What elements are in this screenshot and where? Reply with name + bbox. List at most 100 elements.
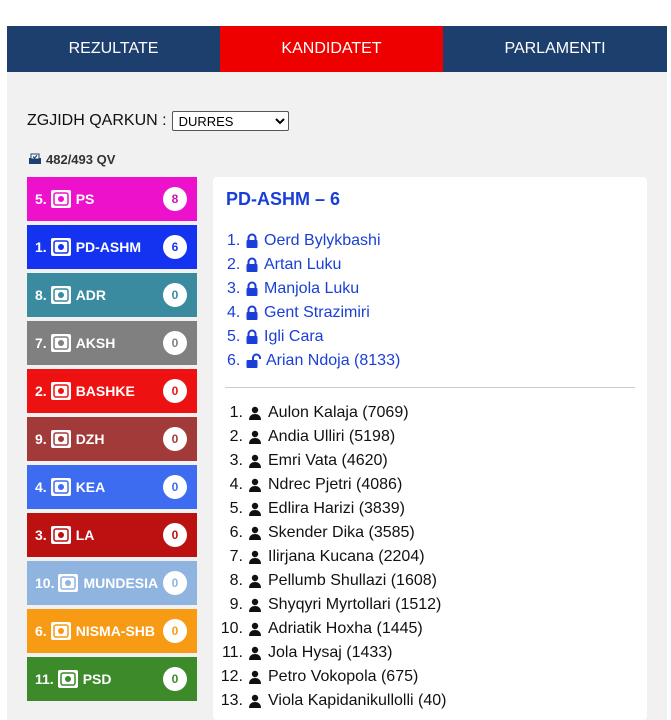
party-logo-icon <box>50 526 71 544</box>
party-item-pd-ashm[interactable]: 1. PD-ASHM 6 <box>27 225 197 269</box>
seat-count-badge: 0 <box>163 667 187 691</box>
elected-candidate[interactable]: 1. Oerd Bylykbashi <box>227 229 400 253</box>
unlock-icon <box>246 353 261 368</box>
candidate-row: 12. Petro Vokopola (675) <box>213 665 446 689</box>
candidate-row: 2. Andia Ulliri (5198) <box>213 425 446 449</box>
candidate-index: 7. <box>229 548 243 565</box>
person-icon <box>249 598 261 612</box>
party-logo-icon <box>50 238 71 256</box>
seat-count-badge: 8 <box>163 187 187 211</box>
party-item-la[interactable]: 3. LA 0 <box>27 513 197 557</box>
candidate-index: 1. <box>229 404 243 421</box>
party-logo-icon <box>50 286 71 304</box>
candidate-index: 2. <box>227 256 241 273</box>
party-name: AKSH <box>75 335 116 351</box>
candidate-name: Artan Luku <box>264 256 342 273</box>
candidate-name: Oerd Bylykbashi <box>264 232 381 249</box>
lock-icon <box>246 257 258 272</box>
candidate-row: 4. Ndrec Pjetri (4086) <box>213 473 446 497</box>
party-number: 11. <box>35 671 54 687</box>
party-number: 2. <box>35 383 47 399</box>
party-name: PSD <box>82 671 112 687</box>
seat-count-badge: 6 <box>163 235 187 259</box>
candidate-name: Skender Dika (3585) <box>268 524 415 541</box>
candidate-index: 9. <box>229 596 243 613</box>
region-select[interactable]: DURRES <box>171 111 289 131</box>
candidate-index: 12. <box>220 668 243 685</box>
candidate-name: Viola Kapidanikullolli (40) <box>268 692 447 709</box>
seat-count-badge: 0 <box>163 379 187 403</box>
region-label: ZGJIDH QARKUN : <box>27 112 167 129</box>
candidate-index: 5. <box>229 500 243 517</box>
candidates-panel: PD-ASHM – 6 1. Oerd Bylykbashi 2. Artan Luk… <box>213 177 647 720</box>
party-item-adr[interactable]: 8. ADR 0 <box>27 273 197 317</box>
candidate-index: 2. <box>229 428 243 445</box>
party-item-aksh[interactable]: 7. AKSH 0 <box>27 321 197 365</box>
candidate-index: 13. <box>220 692 243 709</box>
candidate-row: 13. Viola Kapidanikullolli (40) <box>213 689 447 713</box>
party-item-kea[interactable]: 4. KEA 0 <box>27 465 197 509</box>
party-number: 9. <box>35 431 47 447</box>
party-item-bashke[interactable]: 2. BASHKE 0 <box>27 369 197 413</box>
party-logo-icon <box>50 478 71 496</box>
candidate-row: 6. Skender Dika (3585) <box>213 521 446 545</box>
party-name: KEA <box>75 479 106 495</box>
elected-candidates-list: 1. Oerd Bylykbashi 2. Artan Luku 3. Manjola L… <box>227 229 400 373</box>
candidate-row: 11. Jola Hysaj (1433) <box>213 641 446 665</box>
party-list: 5. PS 8 1. PD-ASHM 6 8. ADR 0 7. AKSH 0 2. BASHKE 0 9. D… <box>27 177 197 705</box>
candidate-row: 8. Pellumb Shullazi (1608) <box>213 569 446 593</box>
candidate-name: Andia Ulliri (5198) <box>268 428 396 445</box>
candidate-name: Edlira Harizi (3839) <box>268 500 405 517</box>
party-name: NISMA-SHB <box>75 623 156 639</box>
party-item-psd[interactable]: 11. PSD 0 <box>27 657 197 701</box>
candidate-name: Emri Vata (4620) <box>268 452 388 469</box>
candidate-row: 10. Adriatik Hoxha (1445) <box>213 617 446 641</box>
divider <box>225 387 635 388</box>
party-name: BASHKE <box>75 383 135 399</box>
party-item-dzh[interactable]: 9. DZH 0 <box>27 417 197 461</box>
person-icon <box>249 670 261 684</box>
candidate-row: 1. Aulon Kalaja (7069) <box>213 401 446 425</box>
party-title: PD-ASHM – 6 <box>226 189 341 209</box>
person-icon <box>249 454 261 468</box>
party-number: 5. <box>35 191 47 207</box>
candidate-index: 6. <box>227 352 241 369</box>
seat-count-badge: 0 <box>163 523 187 547</box>
party-logo-icon <box>50 382 71 400</box>
tab-rezultate[interactable]: REZULTATE <box>7 26 220 72</box>
person-icon <box>249 430 261 444</box>
polling-stations-counter: 482/493 QV <box>28 150 115 168</box>
elected-candidate[interactable]: 3. Manjola Luku <box>227 277 400 301</box>
person-icon <box>249 502 261 516</box>
candidate-name: Adriatik Hoxha (1445) <box>268 620 423 637</box>
lock-icon <box>246 281 258 296</box>
seat-count-badge: 0 <box>163 475 187 499</box>
elected-candidate[interactable]: 6. Arian Ndoja (8133) <box>227 349 400 373</box>
candidate-index: 8. <box>229 572 243 589</box>
candidate-index: 4. <box>227 304 241 321</box>
elected-candidate[interactable]: 5. Igli Cara <box>227 325 400 349</box>
elected-candidate[interactable]: 2. Artan Luku <box>227 253 400 277</box>
person-icon <box>249 526 261 540</box>
tab-kandidatet[interactable]: KANDIDATET <box>220 26 443 72</box>
candidate-name: Ilirjana Kucana (2204) <box>268 548 425 565</box>
lock-icon <box>246 233 258 248</box>
party-number: 1. <box>35 239 47 255</box>
seat-count-badge: 0 <box>163 427 187 451</box>
region-selector: ZGJIDH QARKUN : DURRES <box>27 110 289 132</box>
party-number: 4. <box>35 479 47 495</box>
candidate-name: Manjola Luku <box>264 280 360 297</box>
seat-count-badge: 0 <box>163 571 187 595</box>
party-item-nisma-shb[interactable]: 6. NISMA-SHB 0 <box>27 609 197 653</box>
party-name: PS <box>75 191 95 207</box>
person-icon <box>249 622 261 636</box>
elected-candidate[interactable]: 4. Gent Strazimiri <box>227 301 400 325</box>
party-item-mundesia[interactable]: 10. MUNDESIA 0 <box>27 561 197 605</box>
candidate-row: 7. Ilirjana Kucana (2204) <box>213 545 446 569</box>
candidate-name: Igli Cara <box>264 328 324 345</box>
party-number: 6. <box>35 623 47 639</box>
candidate-name: Ndrec Pjetri (4086) <box>268 476 403 493</box>
tab-parlamenti[interactable]: PARLAMENTI <box>443 26 667 72</box>
candidate-row: 5. Edlira Harizi (3839) <box>213 497 446 521</box>
party-item-ps[interactable]: 5. PS 8 <box>27 177 197 221</box>
